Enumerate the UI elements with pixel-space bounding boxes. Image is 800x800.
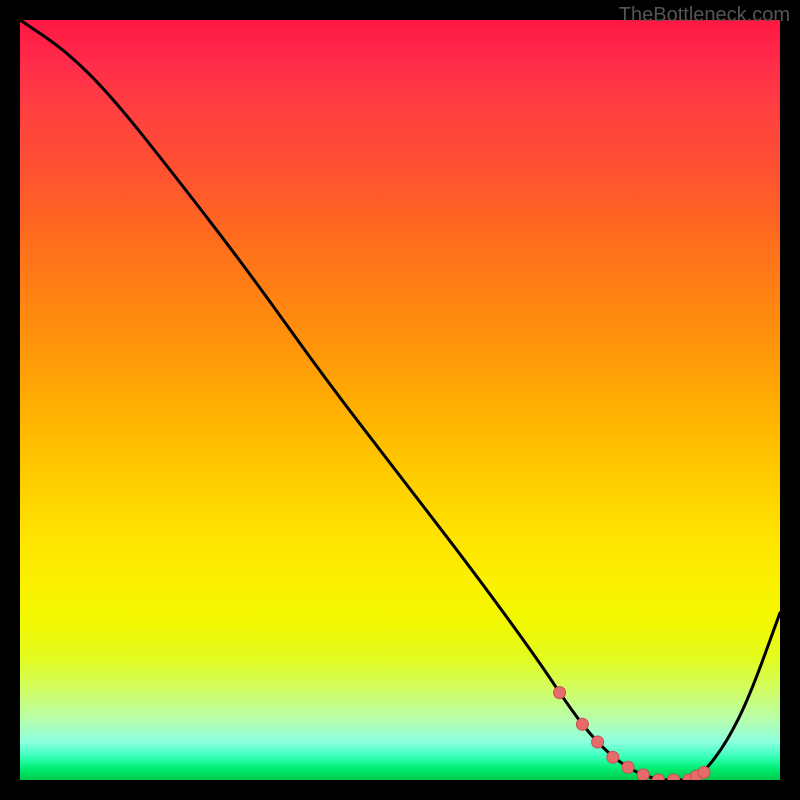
curve-marker xyxy=(607,751,619,763)
curve-marker xyxy=(554,687,566,699)
curve-marker xyxy=(668,774,680,780)
chart-root: TheBottleneck.com xyxy=(0,0,800,800)
curve-marker xyxy=(592,736,604,748)
curve-marker xyxy=(576,718,588,730)
curve-marker xyxy=(698,766,710,778)
plot-area xyxy=(20,20,780,780)
curve-line xyxy=(20,20,780,780)
curve-markers xyxy=(554,687,710,780)
curve-marker xyxy=(637,769,649,780)
curve-marker xyxy=(622,761,634,773)
curve-marker xyxy=(652,774,664,780)
bottleneck-curve xyxy=(20,20,780,780)
attribution-text: TheBottleneck.com xyxy=(619,4,790,27)
